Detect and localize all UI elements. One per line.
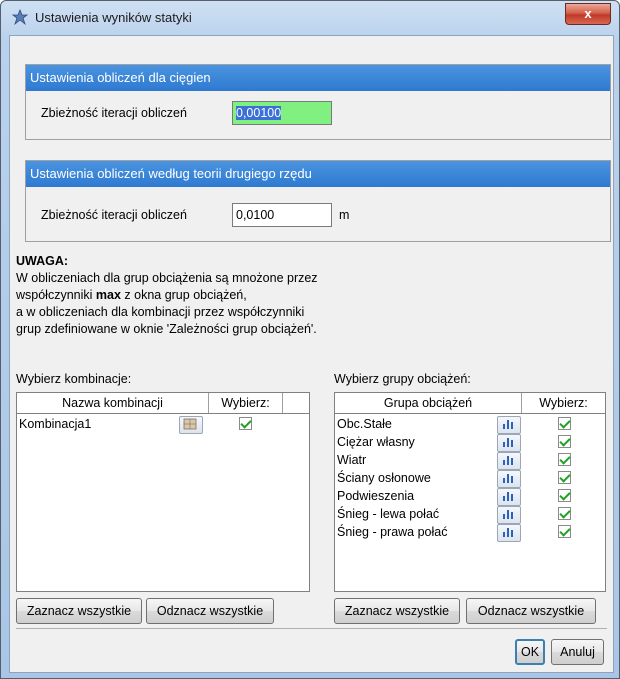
bar-chart-icon bbox=[503, 438, 513, 447]
bar-chart-icon bbox=[503, 510, 513, 519]
note-line-1: W obliczeniach dla grup obciążenia są mn… bbox=[16, 271, 318, 285]
note-line-3: a w obliczeniach dla kombinacji przez ws… bbox=[16, 305, 305, 319]
bar-chart-icon bbox=[503, 492, 513, 501]
bar-chart-icon bbox=[503, 528, 513, 537]
note-line-4: grup zdefiniowane w oknie 'Zależności gr… bbox=[16, 322, 317, 336]
load-groups-col-name[interactable]: Grupa obciążeń bbox=[335, 393, 522, 413]
app-icon bbox=[11, 9, 29, 26]
table-row[interactable]: Śnieg - prawa połać bbox=[335, 522, 605, 542]
load-group-name: Śnieg - prawa połać bbox=[337, 525, 448, 539]
note-line-2: współczynniki max z okna grup obciążeń, bbox=[16, 288, 247, 302]
load-groups-table: Grupa obciążeń Wybierz: Obc.Stałe Ciężar … bbox=[334, 392, 606, 592]
settings-dialog: Ustawienia wyników statyki x Ustawienia … bbox=[0, 0, 620, 679]
combination-name: Kombinacja1 bbox=[19, 417, 92, 431]
table-row[interactable]: Śnieg - lewa połać bbox=[335, 504, 605, 524]
load-group-checkbox[interactable] bbox=[558, 489, 571, 502]
second-order-header: Ustawienia obliczeń według teorii drugie… bbox=[26, 161, 610, 187]
load-groups-label: Wybierz grupy obciążeń: bbox=[334, 372, 471, 386]
note-title: UWAGA bbox=[16, 254, 64, 268]
cable-convergence-value: 0,00100 bbox=[236, 106, 282, 120]
bar-chart-icon bbox=[503, 456, 513, 465]
grid-icon bbox=[183, 418, 197, 430]
bar-chart-icon bbox=[503, 474, 513, 483]
ok-button[interactable]: OK bbox=[515, 639, 545, 665]
table-row[interactable]: Ściany osłonowe bbox=[335, 468, 605, 488]
table-row[interactable]: Podwieszenia bbox=[335, 486, 605, 506]
second-order-group: Ustawienia obliczeń według teorii drugie… bbox=[25, 160, 611, 242]
table-row[interactable]: Kombinacja1 bbox=[17, 414, 309, 434]
load-group-name: Wiatr bbox=[337, 453, 367, 467]
load-group-checkbox[interactable] bbox=[558, 417, 571, 430]
load-group-name: Ciężar własny bbox=[337, 435, 415, 449]
load-groups-col-select[interactable]: Wybierz: bbox=[522, 393, 605, 413]
load-group-checkbox[interactable] bbox=[558, 507, 571, 520]
load-groups-header-row: Grupa obciążeń Wybierz: bbox=[335, 393, 605, 414]
combinations-header-row: Nazwa kombinacji Wybierz: bbox=[17, 393, 309, 414]
load-group-name: Ściany osłonowe bbox=[337, 471, 431, 485]
load-group-checkbox[interactable] bbox=[558, 435, 571, 448]
second-order-convergence-input[interactable]: 0,0100 bbox=[232, 203, 332, 227]
combinations-label: Wybierz kombinacje: bbox=[16, 372, 132, 386]
table-row[interactable]: Obc.Stałe bbox=[335, 414, 605, 434]
window-title: Ustawienia wyników statyki bbox=[35, 10, 192, 25]
combinations-col-select[interactable]: Wybierz: bbox=[209, 393, 283, 413]
load-groups-deselect-all-button[interactable]: Odznacz wszystkie bbox=[466, 598, 596, 624]
combinations-deselect-all-button[interactable]: Odznacz wszystkie bbox=[146, 598, 274, 624]
second-order-unit: m bbox=[339, 208, 350, 222]
dialog-body: Ustawienia obliczeń dla cięgien Zbieżnoś… bbox=[9, 35, 614, 673]
load-groups-select-all-button[interactable]: Zaznacz wszystkie bbox=[334, 598, 460, 624]
bar-chart-icon bbox=[503, 420, 513, 429]
warning-note: UWAGA: W obliczeniach dla grup obciążeni… bbox=[16, 254, 318, 336]
combination-checkbox[interactable] bbox=[239, 417, 252, 430]
close-button[interactable]: x bbox=[565, 3, 611, 25]
combinations-table: Nazwa kombinacji Wybierz: Kombinacja1 bbox=[16, 392, 310, 592]
load-group-checkbox[interactable] bbox=[558, 525, 571, 538]
cancel-button[interactable]: Anuluj bbox=[551, 639, 604, 665]
cable-convergence-label: Zbieżność iteracji obliczeń bbox=[41, 106, 187, 120]
load-group-name: Śnieg - lewa połać bbox=[337, 507, 440, 521]
cable-convergence-input[interactable]: 0,00100 bbox=[232, 101, 332, 125]
table-row[interactable]: Wiatr bbox=[335, 450, 605, 470]
title-bar[interactable]: Ustawienia wyników statyki x bbox=[1, 1, 619, 35]
load-group-checkbox[interactable] bbox=[558, 471, 571, 484]
load-group-checkbox[interactable] bbox=[558, 453, 571, 466]
load-group-name: Podwieszenia bbox=[337, 489, 415, 503]
footer-separator bbox=[16, 628, 607, 629]
second-order-convergence-label: Zbieżność iteracji obliczeń bbox=[41, 208, 187, 222]
combinations-select-all-button[interactable]: Zaznacz wszystkie bbox=[16, 598, 142, 624]
edit-combination-button[interactable] bbox=[179, 416, 203, 434]
edit-load-group-button[interactable] bbox=[497, 524, 521, 542]
table-row[interactable]: Ciężar własny bbox=[335, 432, 605, 452]
combinations-col-name[interactable]: Nazwa kombinacji bbox=[17, 393, 209, 413]
cable-settings-header: Ustawienia obliczeń dla cięgien bbox=[26, 65, 610, 91]
load-group-name: Obc.Stałe bbox=[337, 417, 392, 431]
cable-settings-group: Ustawienia obliczeń dla cięgien Zbieżnoś… bbox=[25, 64, 611, 140]
